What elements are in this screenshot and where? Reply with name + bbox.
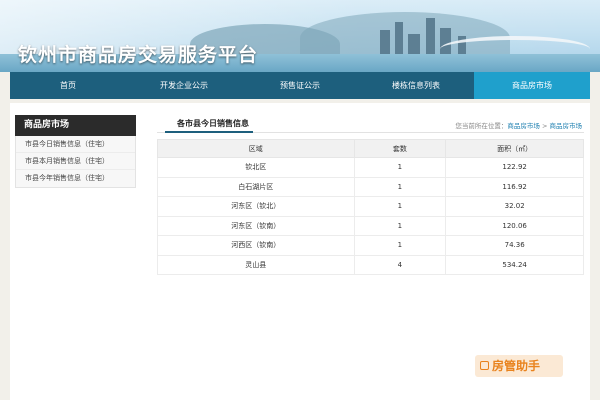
breadcrumb-link-current[interactable]: 商品房市场	[550, 122, 583, 130]
column-header-count: 套数	[353, 139, 447, 158]
breadcrumb-separator: >	[541, 122, 548, 130]
column-header-size: 面积（㎡）	[445, 139, 584, 158]
sidebar-title: 商品房市场	[15, 115, 136, 136]
banner-building	[408, 34, 420, 56]
cell-size: 116.92	[445, 176, 584, 197]
header-banner: 钦州市商品房交易服务平台	[0, 0, 600, 72]
cell-area: 河东区（钦北）	[157, 196, 355, 217]
site-title: 钦州市商品房交易服务平台	[18, 44, 259, 66]
housing-manager-icon	[480, 361, 489, 370]
watermark-text: 房管助手	[492, 359, 541, 373]
breadcrumb: 您当前所在位置：商品房市场 > 商品房市场	[455, 120, 582, 130]
table-row: 钦北区 1 122.92	[157, 157, 584, 178]
nav-item-presale-permit[interactable]: 预售证公示	[242, 72, 358, 99]
banner-building	[426, 18, 435, 56]
table-row: 灵山县 4 534.24	[157, 254, 584, 275]
sidebar-item-month-sales[interactable]: 市县本月销售信息（住宅）	[16, 153, 135, 170]
banner-bridge	[440, 36, 590, 62]
cell-size: 120.06	[445, 215, 584, 236]
sales-table: 区域 套数 面积（㎡） 钦北区 1 122.92 白石湖片区 1 116.92 …	[157, 139, 584, 275]
cell-count: 4	[353, 254, 447, 275]
cell-size: 534.24	[445, 254, 584, 275]
page-title: 各市县今日销售信息	[177, 119, 249, 128]
sidebar-item-year-sales[interactable]: 市县今年销售信息（住宅）	[16, 170, 135, 187]
cell-area: 钦北区	[157, 157, 355, 178]
nav-item-developer-disclosure[interactable]: 开发企业公示	[126, 72, 242, 99]
table-row: 河东区（钦南） 1 120.06	[157, 215, 584, 236]
cell-area: 河西区（钦南）	[157, 235, 355, 256]
cell-size: 74.36	[445, 235, 584, 256]
nav-item-home[interactable]: 首页	[10, 72, 126, 99]
nav-item-building-list[interactable]: 楼栋信息列表	[358, 72, 474, 99]
table-row: 白石湖片区 1 116.92	[157, 176, 584, 197]
main-header: 各市县今日销售信息 您当前所在位置：商品房市场 > 商品房市场	[157, 115, 584, 133]
cell-count: 1	[353, 176, 447, 197]
watermark-badge: 房管助手	[475, 355, 563, 377]
nav-item-housing-market[interactable]: 商品房市场	[474, 72, 590, 99]
column-header-area: 区域	[157, 139, 355, 158]
cell-count: 1	[353, 215, 447, 236]
cell-count: 1	[353, 196, 447, 217]
sidebar: 商品房市场 市县今日销售信息（住宅） 市县本月销售信息（住宅） 市县今年销售信息…	[15, 115, 136, 188]
cell-size: 32.02	[445, 196, 584, 217]
banner-building	[380, 30, 390, 56]
table-header-row: 区域 套数 面积（㎡）	[157, 139, 584, 158]
cell-count: 1	[353, 157, 447, 178]
cell-count: 1	[353, 235, 447, 256]
sidebar-list: 市县今日销售信息（住宅） 市县本月销售信息（住宅） 市县今年销售信息（住宅）	[15, 136, 136, 188]
cell-area: 白石湖片区	[157, 176, 355, 197]
cell-area: 河东区（钦南）	[157, 215, 355, 236]
main-nav: 首页 开发企业公示 预售证公示 楼栋信息列表 商品房市场	[10, 72, 590, 99]
cell-size: 122.92	[445, 157, 584, 178]
table-row: 河西区（钦南） 1 74.36	[157, 235, 584, 256]
sidebar-item-today-sales[interactable]: 市县今日销售信息（住宅）	[16, 136, 135, 153]
breadcrumb-link-market[interactable]: 商品房市场	[507, 122, 540, 130]
title-underline	[165, 131, 253, 133]
main-content: 各市县今日销售信息 您当前所在位置：商品房市场 > 商品房市场 区域 套数 面积…	[157, 115, 584, 275]
banner-building	[395, 22, 403, 56]
breadcrumb-prefix: 您当前所在位置：	[455, 122, 508, 130]
table-row: 河东区（钦北） 1 32.02	[157, 196, 584, 217]
cell-area: 灵山县	[157, 254, 355, 275]
